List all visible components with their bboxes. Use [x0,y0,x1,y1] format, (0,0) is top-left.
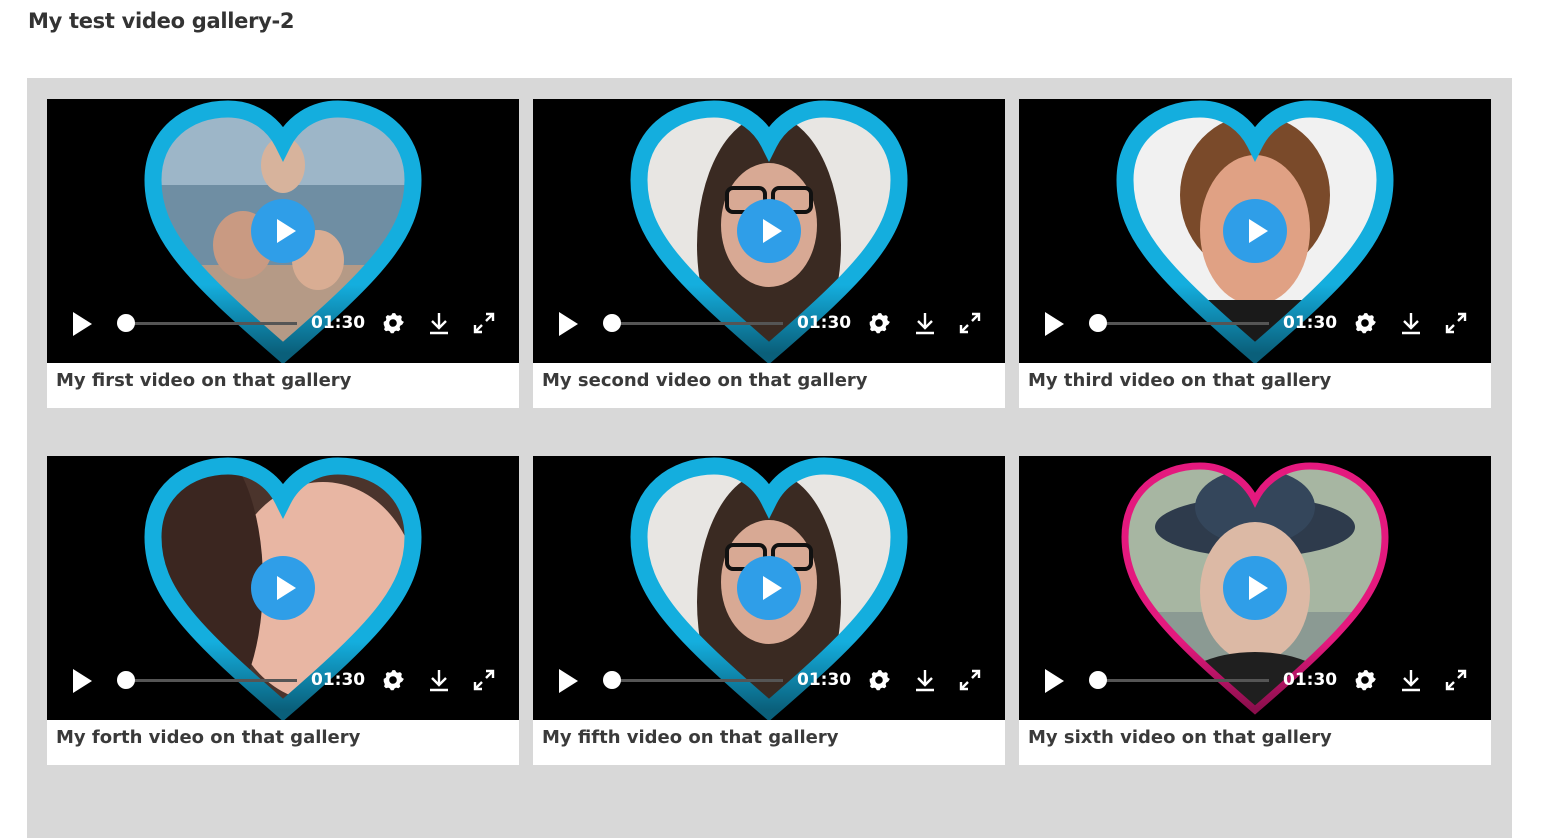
video-card: 01:30 My second video on that gallery [533,99,1005,408]
download-icon[interactable] [913,668,937,692]
fullscreen-icon[interactable] [958,311,982,335]
play-icon[interactable] [71,312,93,336]
download-icon[interactable] [1399,311,1423,335]
gear-icon[interactable] [381,311,405,335]
video-caption[interactable]: My third video on that gallery [1028,370,1331,391]
fullscreen-icon[interactable] [958,668,982,692]
video-player[interactable]: 01:30 [1019,456,1491,720]
video-time: 01:30 [1283,670,1338,690]
progress-knob[interactable] [117,314,135,332]
big-play-button[interactable] [251,556,315,620]
progress-knob[interactable] [117,671,135,689]
video-time: 01:30 [311,670,366,690]
gear-icon[interactable] [867,311,891,335]
video-card: 01:30 My first video on that gallery [47,99,519,408]
progress-track[interactable] [1097,322,1269,325]
big-play-button[interactable] [737,199,801,263]
video-card: 01:30 My forth video on that gallery [47,456,519,765]
progress-track[interactable] [611,322,783,325]
play-icon[interactable] [557,312,579,336]
video-caption[interactable]: My sixth video on that gallery [1028,727,1332,748]
download-icon[interactable] [913,311,937,335]
fullscreen-icon[interactable] [1444,311,1468,335]
progress-knob[interactable] [603,671,621,689]
video-controls: 01:30 [47,650,519,720]
progress-track[interactable] [1097,679,1269,682]
video-gallery: 01:30 My first video on that gallery 01:… [27,78,1512,838]
video-player[interactable]: 01:30 [47,456,519,720]
download-icon[interactable] [1399,668,1423,692]
play-icon[interactable] [557,669,579,693]
play-icon[interactable] [71,669,93,693]
video-card: 01:30 My sixth video on that gallery [1019,456,1491,765]
download-icon[interactable] [427,668,451,692]
progress-track[interactable] [611,679,783,682]
big-play-button[interactable] [737,556,801,620]
page-title: My test video gallery-2 [28,9,295,33]
video-player[interactable]: 01:30 [1019,99,1491,363]
video-controls: 01:30 [47,293,519,363]
gear-icon[interactable] [1353,311,1377,335]
video-card: 01:30 My third video on that gallery [1019,99,1491,408]
video-controls: 01:30 [1019,650,1491,720]
video-caption[interactable]: My forth video on that gallery [56,727,360,748]
video-controls: 01:30 [1019,293,1491,363]
video-time: 01:30 [1283,313,1338,333]
fullscreen-icon[interactable] [472,311,496,335]
video-controls: 01:30 [533,650,1005,720]
play-icon[interactable] [1043,312,1065,336]
video-caption[interactable]: My fifth video on that gallery [542,727,838,748]
progress-knob[interactable] [603,314,621,332]
video-card: 01:30 My fifth video on that gallery [533,456,1005,765]
progress-track[interactable] [125,322,297,325]
big-play-button[interactable] [1223,199,1287,263]
big-play-button[interactable] [1223,556,1287,620]
video-player[interactable]: 01:30 [47,99,519,363]
gear-icon[interactable] [381,668,405,692]
gear-icon[interactable] [1353,668,1377,692]
big-play-button[interactable] [251,199,315,263]
video-controls: 01:30 [533,293,1005,363]
play-icon[interactable] [1043,669,1065,693]
progress-knob[interactable] [1089,671,1107,689]
fullscreen-icon[interactable] [1444,668,1468,692]
progress-track[interactable] [125,679,297,682]
video-time: 01:30 [797,670,852,690]
gear-icon[interactable] [867,668,891,692]
video-player[interactable]: 01:30 [533,456,1005,720]
video-time: 01:30 [797,313,852,333]
video-time: 01:30 [311,313,366,333]
download-icon[interactable] [427,311,451,335]
video-player[interactable]: 01:30 [533,99,1005,363]
video-caption[interactable]: My second video on that gallery [542,370,868,391]
video-caption[interactable]: My first video on that gallery [56,370,351,391]
progress-knob[interactable] [1089,314,1107,332]
fullscreen-icon[interactable] [472,668,496,692]
